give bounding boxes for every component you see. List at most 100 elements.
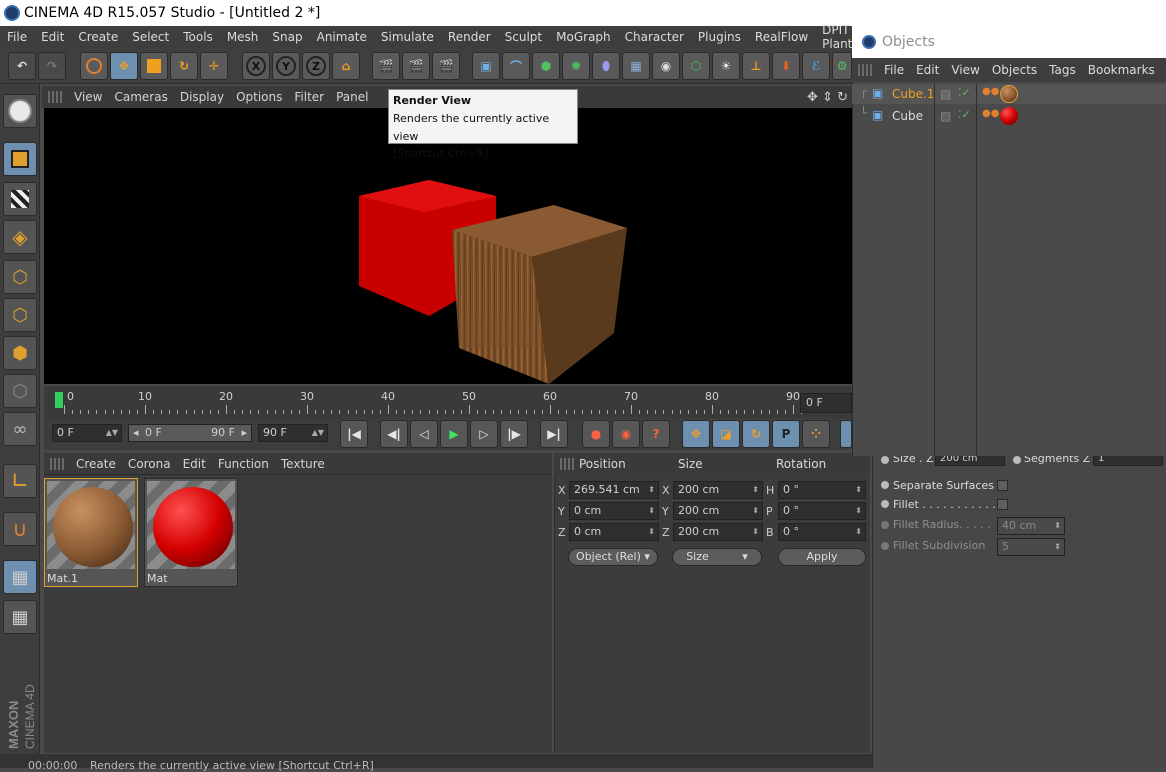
spline-pen-icon[interactable]: ⌒	[502, 52, 530, 80]
objects-menu-view[interactable]: View	[945, 63, 985, 77]
visibility-check-icon[interactable]: ⁚✓	[958, 108, 971, 121]
fillet-checkbox[interactable]	[997, 499, 1008, 510]
viewport-menu-cameras[interactable]: Cameras	[108, 90, 173, 104]
redo-icon[interactable]: ↷	[38, 52, 66, 80]
start-frame-field[interactable]: 0 F ▲▼	[52, 424, 122, 442]
record-scale-icon[interactable]: ◪	[712, 420, 740, 448]
live-selection-icon[interactable]	[80, 52, 108, 80]
menu-create[interactable]: Create	[71, 30, 125, 44]
xpresso-icon[interactable]: ℰ	[802, 52, 830, 80]
menu-select[interactable]: Select	[125, 30, 176, 44]
menu-mograph[interactable]: MoGraph	[549, 30, 618, 44]
render-view-icon[interactable]: 🎬	[372, 52, 400, 80]
menu-tools[interactable]: Tools	[176, 30, 220, 44]
range-left-arrow-icon[interactable]: ◂	[133, 425, 139, 441]
workplane-icon[interactable]: ⊥	[742, 52, 770, 80]
layer-icon[interactable]: ▨	[940, 109, 951, 123]
menu-file[interactable]: File	[0, 30, 34, 44]
frame-ruler[interactable]: 0 10 20 30 40 50 60 70 80 90	[52, 390, 803, 416]
record-position-icon[interactable]: ✥	[682, 420, 710, 448]
separate-surfaces-checkbox[interactable]	[997, 480, 1008, 491]
material-tag-icon[interactable]	[1000, 107, 1018, 125]
size-mode-dropdown[interactable]: Size ▾	[672, 548, 762, 566]
undo-icon[interactable]: ↶	[8, 52, 36, 80]
menu-character[interactable]: Character	[618, 30, 691, 44]
viewport-navigation-icons[interactable]: ✥ ⇕ ↻	[807, 90, 848, 105]
tweak-mode-icon[interactable]: ∞	[3, 412, 37, 446]
y-axis-lock-button[interactable]: Y	[272, 52, 300, 80]
model-mode-icon[interactable]	[3, 142, 37, 176]
spinner-icon[interactable]: ⬍	[1054, 518, 1061, 534]
snap-icon[interactable]: ∟	[3, 464, 37, 498]
size-x-field[interactable]: 200 cm ⬍	[673, 481, 763, 499]
polygons-mode-icon[interactable]: ⬢	[3, 336, 37, 370]
objects-menu-objects[interactable]: Objects	[986, 63, 1043, 77]
preview-range-slider[interactable]: ◂ 0 F 90 F ▸	[128, 424, 252, 442]
viewport-menu-view[interactable]: View	[68, 90, 108, 104]
menu-render[interactable]: Render	[441, 30, 498, 44]
spinner-icon[interactable]: ⬍	[1054, 539, 1061, 555]
menu-realflow[interactable]: RealFlow	[748, 30, 815, 44]
edges-mode-icon[interactable]: ⬡	[3, 298, 37, 332]
move-tool-icon[interactable]: ✥	[110, 52, 138, 80]
keyframe-selection-icon[interactable]: ?	[642, 420, 670, 448]
position-y-field[interactable]: 0 cm ⬍	[569, 502, 659, 520]
locked-workplane-icon[interactable]: ▦	[3, 560, 37, 594]
size-z-field[interactable]: 200 cm ⬍	[673, 523, 763, 541]
rotate-tool-icon[interactable]: ↻	[170, 52, 198, 80]
animate-dot-icon[interactable]	[881, 542, 889, 550]
menu-mesh[interactable]: Mesh	[220, 30, 266, 44]
coordinate-system-icon[interactable]: ⌂	[332, 52, 360, 80]
light-icon[interactable]: ☀	[712, 52, 740, 80]
objects-menu-bookmarks[interactable]: Bookmarks	[1082, 63, 1161, 77]
viewport-menu-filter[interactable]: Filter	[288, 90, 330, 104]
range-right-arrow-icon[interactable]: ▸	[241, 425, 247, 441]
go-to-start-icon[interactable]: |◀	[340, 420, 368, 448]
rotation-h-field[interactable]: 0 ° ⬍	[778, 481, 866, 499]
spinner-icon[interactable]: ⬍	[752, 482, 759, 498]
animate-dot-icon[interactable]	[881, 481, 889, 489]
menu-snap[interactable]: Snap	[265, 30, 309, 44]
play-icon[interactable]: ▶	[440, 420, 468, 448]
tag-icon[interactable]: ⬇	[772, 52, 800, 80]
z-axis-lock-button[interactable]: Z	[302, 52, 330, 80]
panel-grip-icon[interactable]	[858, 64, 872, 76]
object-row-cube[interactable]: └ ▣ Cube ▨ ⁚✓ ●●	[852, 106, 1166, 126]
fillet-subdivision-field[interactable]: 5 ⬍	[997, 538, 1065, 556]
panel-grip-icon[interactable]	[50, 457, 64, 470]
next-frame-icon[interactable]: ▷	[470, 420, 498, 448]
material-menu-function[interactable]: Function	[212, 457, 275, 471]
menu-simulate[interactable]: Simulate	[374, 30, 441, 44]
position-z-field[interactable]: 0 cm ⬍	[569, 523, 659, 541]
objects-window-titlebar[interactable]: Objects	[852, 26, 1166, 58]
autokeying-icon[interactable]: ◉	[612, 420, 640, 448]
record-parameter-icon[interactable]: P	[772, 420, 800, 448]
subdivision-surface-icon[interactable]: ⬢	[532, 52, 560, 80]
menu-edit[interactable]: Edit	[34, 30, 71, 44]
previous-frame-icon[interactable]: ◁	[410, 420, 438, 448]
spinner-icon[interactable]: ⬍	[855, 482, 862, 498]
array-icon[interactable]: ✺	[562, 52, 590, 80]
fillet-radius-field[interactable]: 40 cm ⬍	[997, 517, 1065, 535]
interpolation-icon[interactable]	[840, 420, 852, 448]
material-menu-create[interactable]: Create	[70, 457, 122, 471]
previous-key-icon[interactable]: ◀|	[380, 420, 408, 448]
size-y-field[interactable]: 200 cm ⬍	[673, 502, 763, 520]
axis-mode-icon[interactable]: ⬡	[3, 374, 37, 408]
points-mode-icon[interactable]: ⬡	[3, 260, 37, 294]
coordinate-mode-dropdown[interactable]: Object (Rel) ▾	[568, 548, 658, 566]
go-to-end-icon[interactable]: ▶|	[540, 420, 568, 448]
column-divider[interactable]	[934, 84, 935, 456]
timeline-ruler[interactable]: 0 10 20 30 40 50 60 70 80 90	[44, 386, 852, 418]
visibility-check-icon[interactable]: ⁚✓	[958, 86, 971, 99]
animate-dot-icon[interactable]	[881, 456, 889, 464]
planar-workplane-icon[interactable]: ▦	[3, 600, 37, 634]
objects-menu-file[interactable]: File	[878, 63, 910, 77]
phong-tag-icon[interactable]: ●●	[982, 108, 999, 119]
apply-button[interactable]: Apply	[778, 548, 866, 566]
menu-animate[interactable]: Animate	[310, 30, 374, 44]
position-x-field[interactable]: 269.541 cm ⬍	[569, 481, 659, 499]
material-swatch-mat1[interactable]: Mat.1	[44, 478, 138, 587]
spinner-icon[interactable]: ⬍	[648, 524, 655, 540]
material-menu-corona[interactable]: Corona	[122, 457, 177, 471]
